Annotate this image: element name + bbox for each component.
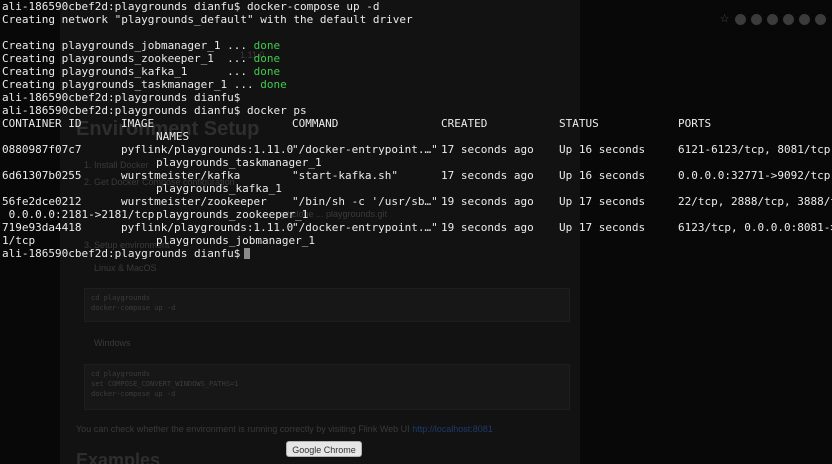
row-ports-wrap: 1/tcp: [2, 234, 36, 247]
creating-text: Creating playgrounds_kafka_1 ...: [2, 65, 254, 78]
row-ports-wrap: 0.0.0.0:2181->2181/tcp: [2, 208, 155, 221]
done-text: done: [260, 78, 287, 91]
row-container-id: 6d61307b0255: [2, 169, 82, 182]
row-name: playgrounds_zookeeper_1: [156, 208, 309, 221]
row-container-id: 56fe2dce0212: [2, 195, 82, 208]
row-command: "/docker-entrypoint.…": [292, 143, 438, 156]
terminal-line: Creating playgrounds_taskmanager_1 ... d…: [2, 78, 287, 91]
text-cursor: [244, 248, 251, 259]
terminal-line: Creating playgrounds_kafka_1 ... done: [2, 65, 280, 78]
terminal-line: ali-186590cbef2d:playgrounds dianfu$: [2, 91, 241, 104]
screen: 1.11.0 Environment Setup 1. Install Dock…: [0, 0, 832, 464]
terminal-line: ali-186590cbef2d:playgrounds dianfu$ doc…: [2, 0, 380, 13]
creating-text: Creating playgrounds_taskmanager_1 ...: [2, 78, 261, 91]
dock-tooltip: Google Chrome: [286, 441, 362, 457]
header-container-id: CONTAINER ID: [2, 117, 82, 130]
terminal-prompt[interactable]: ali-186590cbef2d:playgrounds dianfu$: [2, 247, 251, 260]
row-ports: 22/tcp, 2888/tcp, 3888/tcp: [678, 195, 832, 208]
row-ports: 6123/tcp, 0.0.0.0:8081->80: [678, 221, 832, 234]
header-command: COMMAND: [292, 117, 339, 130]
prompt-text: ali-186590cbef2d:playgrounds dianfu$: [2, 247, 241, 260]
row-container-id: 719e93da4418: [2, 221, 82, 234]
row-command: "/bin/sh -c '/usr/sb…": [292, 195, 438, 208]
done-text: done: [253, 65, 281, 78]
row-container-id: 0880987f07c7: [2, 143, 82, 156]
done-text: done: [253, 39, 281, 52]
row-status: Up 16 seconds: [559, 169, 646, 182]
header-created: CREATED: [441, 117, 488, 130]
row-name: playgrounds_taskmanager_1: [156, 156, 322, 169]
row-status: Up 17 seconds: [559, 221, 646, 234]
done-text: done: [253, 52, 281, 65]
row-status: Up 16 seconds: [559, 143, 646, 156]
row-created: 17 seconds ago: [441, 169, 534, 182]
row-ports: 0.0.0.0:32771->9092/tcp: [678, 169, 831, 182]
row-command: "start-kafka.sh": [292, 169, 398, 182]
creating-text: Creating playgrounds_zookeeper_1 ...: [2, 52, 254, 65]
creating-text: Creating playgrounds_jobmanager_1 ...: [2, 39, 254, 52]
row-image: pyflink/playgrounds:1.11.0: [121, 221, 294, 234]
row-name: playgrounds_jobmanager_1: [156, 234, 315, 247]
header-ports: PORTS: [678, 117, 712, 130]
header-status: STATUS: [559, 117, 599, 130]
row-image: wurstmeister/kafka: [121, 169, 241, 182]
row-created: 19 seconds ago: [441, 221, 534, 234]
row-image: wurstmeister/zookeeper: [121, 195, 267, 208]
row-created: 19 seconds ago: [441, 195, 534, 208]
terminal-line: ali-186590cbef2d:playgrounds dianfu$ doc…: [2, 104, 307, 117]
terminal-line: Creating network "playgrounds_default" w…: [2, 13, 413, 26]
row-status: Up 17 seconds: [559, 195, 646, 208]
row-ports: 6121-6123/tcp, 8081/tcp: [678, 143, 831, 156]
row-command: "/docker-entrypoint.…": [292, 221, 438, 234]
terminal-line: Creating playgrounds_jobmanager_1 ... do…: [2, 39, 280, 52]
terminal-line: Creating playgrounds_zookeeper_1 ... don…: [2, 52, 280, 65]
row-name: playgrounds_kafka_1: [156, 182, 282, 195]
terminal-window[interactable]: ali-186590cbef2d:playgrounds dianfu$ doc…: [0, 0, 832, 464]
row-created: 17 seconds ago: [441, 143, 534, 156]
header-names: NAMES: [156, 130, 190, 143]
header-image: IMAGE: [121, 117, 155, 130]
row-image: pyflink/playgrounds:1.11.0: [121, 143, 294, 156]
